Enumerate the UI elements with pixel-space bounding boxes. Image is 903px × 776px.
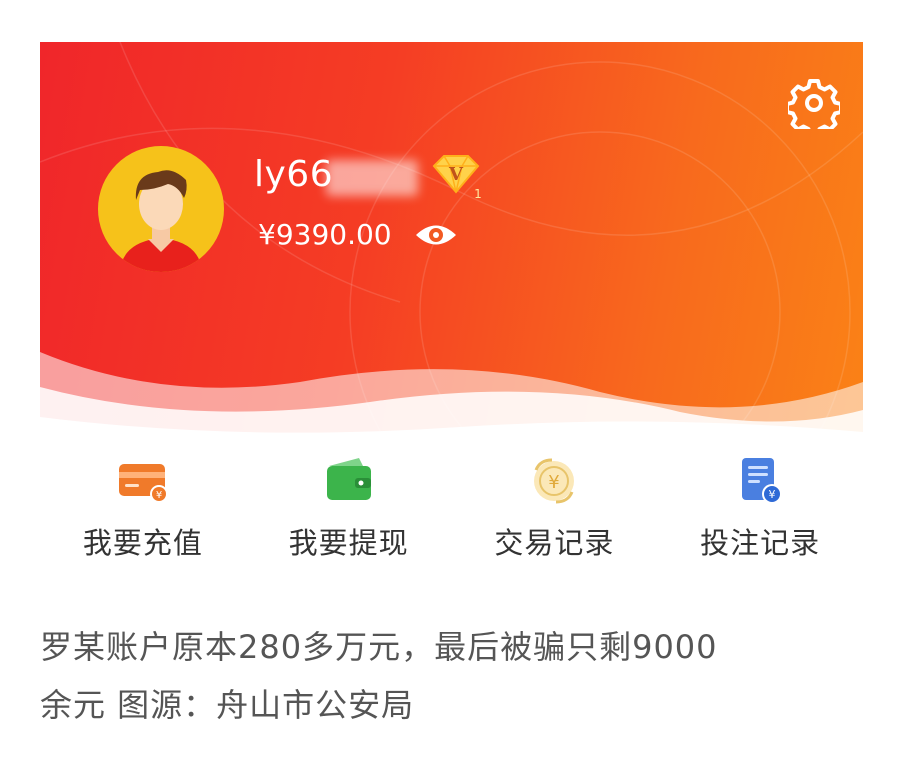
svg-text:¥: ¥ — [549, 472, 560, 493]
recharge-label: 我要充值 — [82, 526, 203, 560]
withdraw-button[interactable]: 我要提现 — [246, 442, 452, 590]
caption-line-1: 罗某账户原本280多万元，最后被骗只剩9000 — [40, 628, 718, 666]
wallet-icon — [326, 458, 371, 500]
vip-sub-level: 1 — [474, 187, 482, 200]
user-avatar-icon — [120, 170, 202, 272]
recharge-button[interactable]: ¥ 我要充值 — [40, 442, 246, 590]
bet-document-icon: ¥ — [742, 458, 783, 504]
username: ly66 — [254, 154, 334, 195]
image-caption: 罗某账户原本280多万元，最后被骗只剩9000 余元 图源：舟山市公安局 — [40, 618, 870, 734]
app-screen: ly66 V 1 ¥9390.00 ¥ 我要充值 我要提现 ¥ 交易记录 ¥ 投… — [40, 42, 863, 590]
balance-amount: ¥9390.00 — [258, 218, 392, 251]
svg-text:¥: ¥ — [769, 488, 776, 501]
withdraw-label: 我要提现 — [288, 526, 409, 560]
bet-records-button[interactable]: ¥ 投注记录 — [657, 442, 863, 590]
vip-level-text: V — [448, 164, 464, 185]
profile-header: ly66 V 1 ¥9390.00 — [40, 42, 863, 442]
yuan-exchange-icon: ¥ — [534, 458, 575, 504]
card-recharge-icon: ¥ — [118, 464, 168, 503]
bet-records-label: 投注记录 — [700, 526, 821, 560]
diamond-vip-icon[interactable]: V 1 — [428, 152, 484, 200]
transaction-records-button[interactable]: ¥ 交易记录 — [452, 442, 658, 590]
eye-icon[interactable] — [414, 220, 458, 250]
svg-text:¥: ¥ — [156, 490, 162, 501]
avatar[interactable] — [98, 146, 224, 272]
gear-icon — [788, 79, 840, 129]
transaction-records-label: 交易记录 — [494, 526, 615, 560]
username-blur-mask — [326, 160, 418, 196]
settings-button[interactable] — [787, 76, 841, 130]
quick-actions: ¥ 我要充值 我要提现 ¥ 交易记录 ¥ 投注记录 — [40, 442, 863, 590]
caption-line-2: 余元 图源：舟山市公安局 — [40, 686, 415, 724]
wave-divider — [40, 352, 863, 442]
